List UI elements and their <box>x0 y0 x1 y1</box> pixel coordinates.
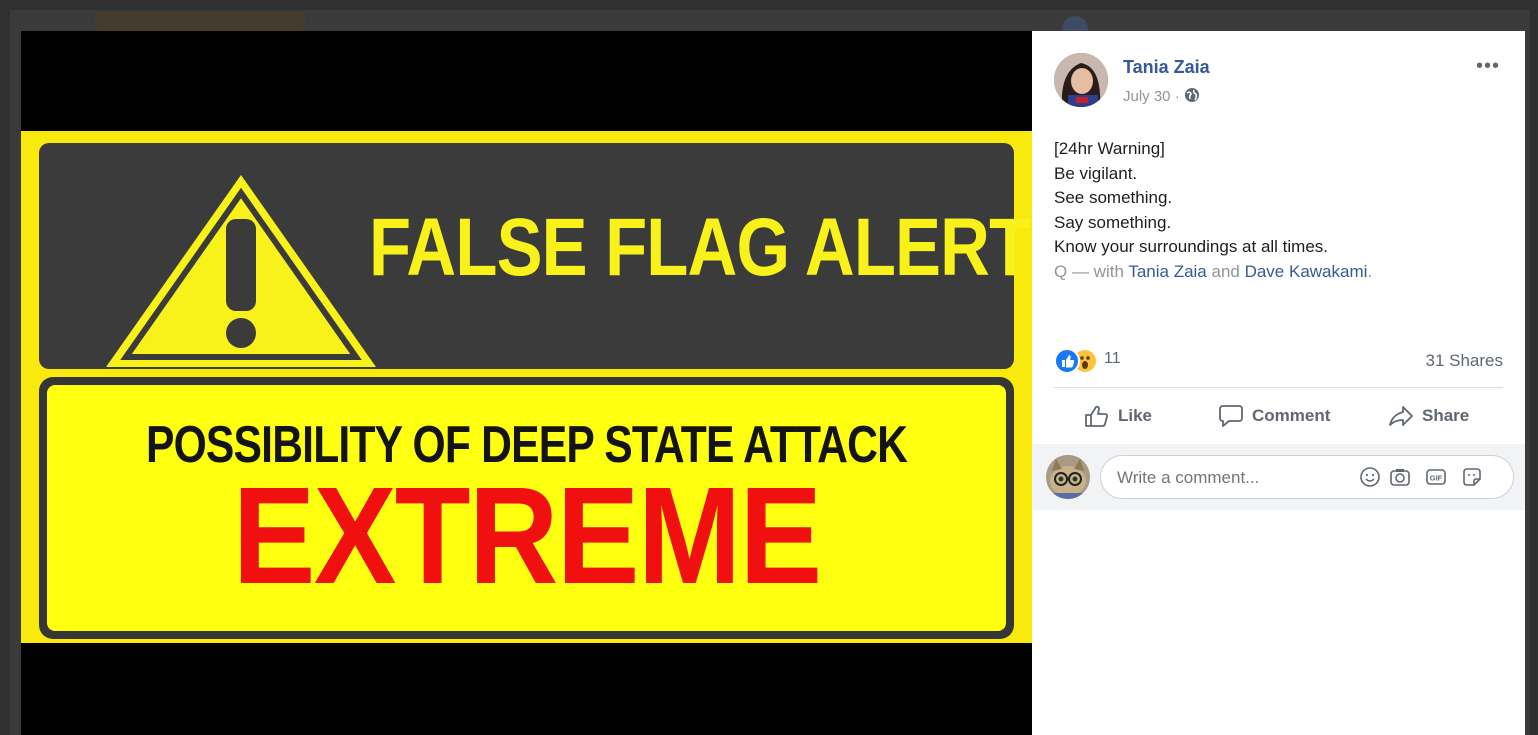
comment-input[interactable] <box>1117 468 1347 488</box>
comment-box: GIF <box>1100 455 1514 499</box>
sign-top-panel: FALSE FLAG ALERT <box>39 143 1031 369</box>
avatar-photo-icon <box>1054 53 1108 107</box>
background-image-fragment <box>95 12 305 32</box>
post-date[interactable]: July 30 <box>1123 88 1171 105</box>
image-line-3: EXTREME <box>232 459 823 613</box>
post-line: [24hr Warning] <box>1054 139 1165 158</box>
action-bar: Like Comment Share <box>1054 391 1503 441</box>
like-icon <box>1054 348 1080 374</box>
comment-button[interactable]: Comment <box>1218 391 1330 441</box>
post-tag-line: Q — with Tania Zaia and Dave Kawakami. <box>1054 260 1504 285</box>
author-name[interactable]: Tania Zaia <box>1123 57 1210 78</box>
tag-and: and <box>1206 261 1245 281</box>
post-line: Say something. <box>1054 212 1172 232</box>
globe-icon <box>1184 88 1199 102</box>
current-user-avatar[interactable] <box>1046 455 1090 499</box>
meta-separator: · <box>1174 88 1180 105</box>
post-image: FALSE FLAG ALERT POSSIBILITY OF DEEP STA… <box>21 131 1032 643</box>
like-button[interactable]: Like <box>1084 391 1152 441</box>
warning-triangle-icon <box>106 175 376 367</box>
reaction-count: 11 <box>1104 350 1121 367</box>
post-line: See something. <box>1054 188 1173 207</box>
share-arrow-icon <box>1389 406 1413 426</box>
tagged-person-link[interactable]: Tania Zaia <box>1128 262 1206 281</box>
gif-icon[interactable]: GIF <box>1425 466 1447 488</box>
tag-suffix: . <box>1367 261 1373 281</box>
more-options-icon[interactable]: ••• <box>1476 55 1500 78</box>
comment-composer: GIF <box>1032 444 1525 510</box>
comment-label: Comment <box>1252 406 1331 425</box>
comment-icon <box>1219 405 1243 427</box>
share-button[interactable]: Share <box>1388 391 1469 441</box>
camera-icon[interactable] <box>1389 466 1411 488</box>
share-label: Share <box>1422 406 1470 425</box>
svg-text:GIF: GIF <box>1430 474 1443 483</box>
sticker-icon[interactable] <box>1461 466 1483 488</box>
tag-prefix: Q — with <box>1054 261 1129 281</box>
thumbs-up-icon <box>1085 405 1108 427</box>
sign-bottom-inner: POSSIBILITY OF DEEP STATE ATTACK EXTREME <box>47 385 1006 631</box>
emoji-icon[interactable] <box>1359 466 1381 488</box>
tagged-person-link[interactable]: Dave Kawakami <box>1245 262 1368 281</box>
cat-avatar-icon <box>1046 455 1090 499</box>
author-avatar[interactable] <box>1054 53 1108 107</box>
image-headline: FALSE FLAG ALERT <box>369 202 1031 293</box>
post-line: Be vigilant. <box>1054 163 1138 183</box>
like-label: Like <box>1118 406 1153 425</box>
post-line: Know your surroundings at all times. <box>1054 237 1329 256</box>
post-side-panel: Tania Zaia July 30 · ••• [24hr Warning] … <box>1032 31 1525 735</box>
shares-count[interactable]: 31 Shares <box>1426 351 1504 371</box>
post-meta: July 30 · <box>1123 87 1200 105</box>
photo-viewer[interactable]: FALSE FLAG ALERT POSSIBILITY OF DEEP STA… <box>21 31 1032 735</box>
post-text: [24hr Warning] Be vigilant. See somethin… <box>1054 137 1504 284</box>
sign-bottom-panel: POSSIBILITY OF DEEP STATE ATTACK EXTREME <box>39 377 1014 639</box>
divider <box>1054 387 1503 388</box>
